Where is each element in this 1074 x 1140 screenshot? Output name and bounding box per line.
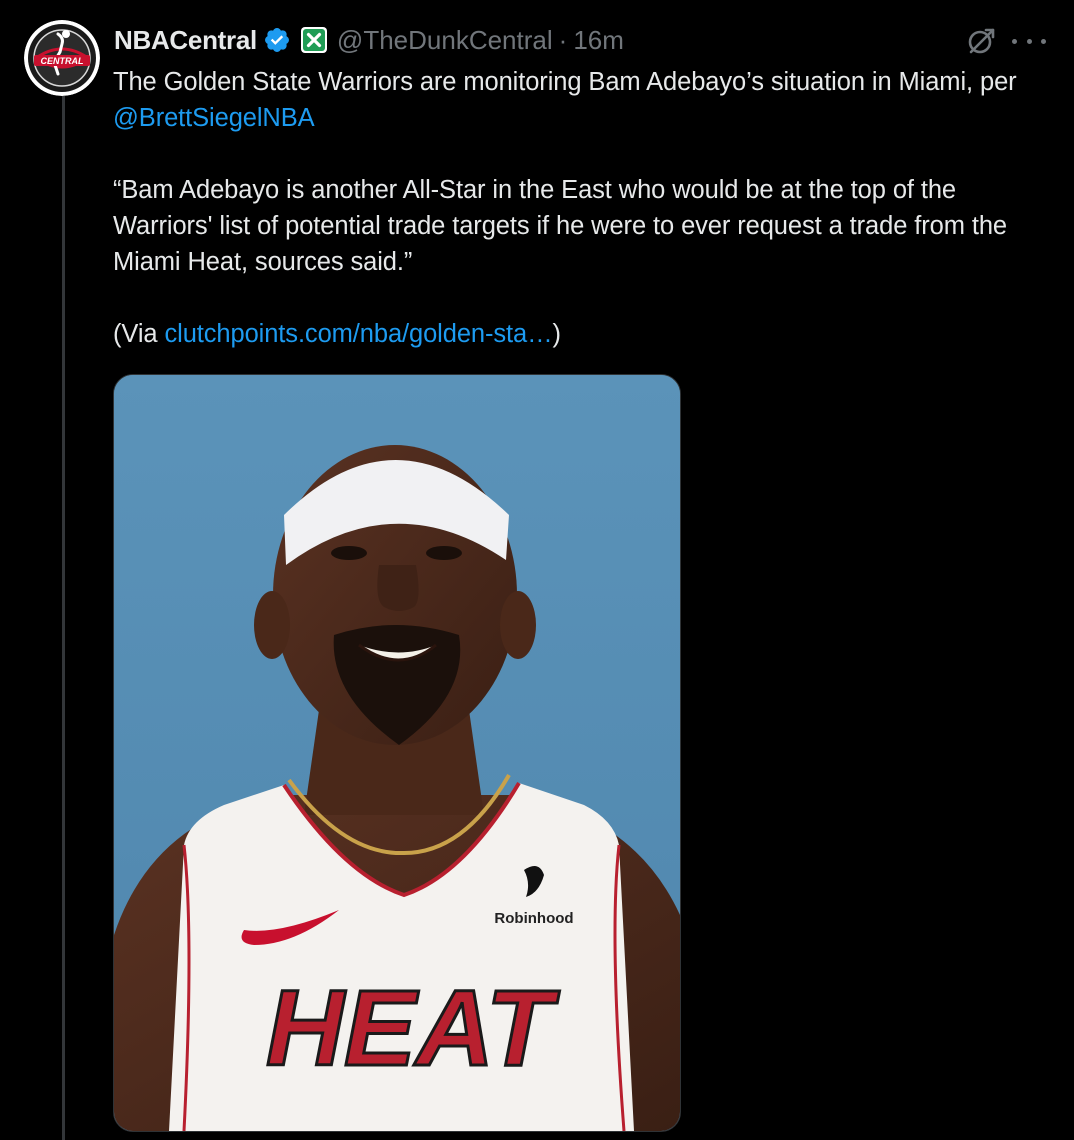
avatar-text: CENTRAL: [41, 56, 84, 66]
tweet-paragraph-3: (Via clutchpoints.com/nba/golden-sta…): [113, 316, 1058, 352]
affiliate-badge-icon[interactable]: [300, 27, 327, 53]
verified-badge-icon[interactable]: [263, 26, 291, 54]
tweet-header: NBACentral @TheDunkCentral · 16m: [114, 22, 624, 58]
mention-link[interactable]: @BrettSiegelNBA: [113, 104, 315, 132]
jersey-sponsor: Robinhood: [494, 910, 573, 927]
nbacentral-logo: CENTRAL: [24, 20, 100, 96]
tweet-text: The Golden State Warriors are monitoring…: [113, 64, 1058, 352]
timestamp[interactable]: 16m: [573, 25, 624, 56]
via-suffix: ): [552, 320, 562, 348]
tweet-media-image[interactable]: Robinhood HEAT: [113, 374, 681, 1132]
tweet-quote-text: “Bam Adebayo is another All-Star in the …: [113, 176, 1007, 276]
author-handle[interactable]: @TheDunkCentral: [337, 25, 553, 56]
avatar[interactable]: CENTRAL: [24, 20, 100, 96]
display-name[interactable]: NBACentral: [114, 25, 257, 56]
player-portrait-image: Robinhood HEAT: [114, 375, 680, 1131]
separator-dot: ·: [558, 24, 568, 55]
tweet-intro-text: The Golden State Warriors are monitoring…: [113, 68, 1017, 96]
tweet-paragraph-1: The Golden State Warriors are monitoring…: [113, 64, 1058, 136]
thread-line: [62, 96, 65, 1140]
jersey-team-name: HEAT: [266, 967, 560, 1088]
more-options-icon[interactable]: [1012, 27, 1046, 55]
grok-icon[interactable]: [966, 26, 996, 56]
article-link[interactable]: clutchpoints.com/nba/golden-sta…: [164, 320, 552, 348]
via-prefix: (Via: [113, 320, 165, 348]
